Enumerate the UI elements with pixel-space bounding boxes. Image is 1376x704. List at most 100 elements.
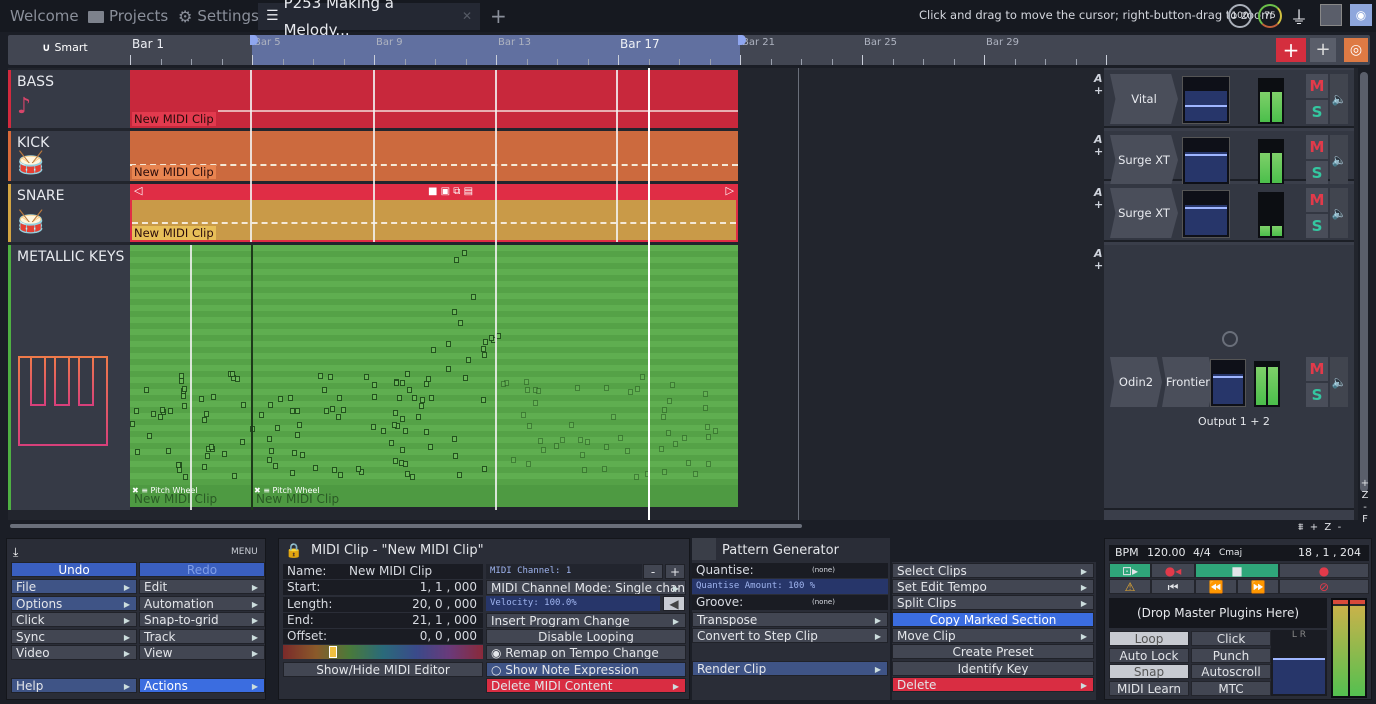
- mute-button[interactable]: M: [1306, 74, 1328, 98]
- midi-note[interactable]: [453, 453, 458, 459]
- midi-note[interactable]: [524, 379, 529, 385]
- render-clip-menu[interactable]: Render Clip ▶: [692, 661, 888, 676]
- select-clips-menu[interactable]: Select Clips ▶: [892, 563, 1094, 578]
- midi-note[interactable]: [393, 458, 398, 464]
- midi-note[interactable]: [295, 408, 300, 414]
- copy-marked-section-button[interactable]: Copy Marked Section: [892, 612, 1094, 627]
- midi-note[interactable]: [483, 339, 488, 345]
- punch-record-button[interactable]: ⊘: [1279, 579, 1369, 594]
- horizontal-zoom-controls[interactable]: ⩩ + Z -: [1298, 522, 1341, 533]
- midi-note[interactable]: [341, 407, 346, 413]
- midi-note[interactable]: [230, 371, 235, 377]
- midi-note[interactable]: [407, 387, 412, 393]
- midi-note[interactable]: [268, 402, 273, 408]
- menu-automation[interactable]: Automation ▶: [139, 595, 265, 611]
- midi-note[interactable]: [356, 466, 361, 472]
- midi-note[interactable]: [662, 407, 667, 413]
- midi-note[interactable]: [134, 408, 139, 414]
- midi-note[interactable]: [659, 446, 664, 452]
- midi-note[interactable]: [130, 421, 135, 427]
- midi-note[interactable]: [389, 440, 394, 446]
- midi-note[interactable]: [466, 357, 471, 363]
- midi-note[interactable]: [232, 473, 237, 479]
- midi-note[interactable]: [381, 428, 386, 434]
- midi-note[interactable]: [661, 414, 666, 420]
- midi-note[interactable]: [405, 371, 410, 377]
- midi-note[interactable]: [328, 374, 333, 380]
- menu-options[interactable]: Options ▶: [11, 595, 137, 611]
- midi-note[interactable]: [295, 432, 300, 438]
- midi-note[interactable]: [399, 460, 404, 466]
- midi-note[interactable]: [463, 375, 468, 381]
- midi-note[interactable]: [604, 444, 609, 450]
- midi-note[interactable]: [337, 395, 342, 401]
- delete-menu[interactable]: Delete ▶: [892, 677, 1094, 692]
- toggle-punch[interactable]: Punch: [1191, 647, 1271, 663]
- snap-mode[interactable]: ∪ Smart: [42, 41, 88, 54]
- midi-note[interactable]: [575, 385, 580, 391]
- midi-note[interactable]: [526, 461, 531, 467]
- midi-note[interactable]: [209, 444, 214, 450]
- create-preset-button[interactable]: Create Preset: [892, 644, 1094, 659]
- plug-icon[interactable]: ⏚: [1290, 4, 1308, 30]
- track-header-snare[interactable]: SNARE 🥁: [8, 184, 130, 242]
- menu-sync[interactable]: Sync ▶: [11, 628, 137, 644]
- midi-note[interactable]: [511, 457, 516, 463]
- download-icon[interactable]: ⤓: [13, 545, 18, 560]
- menu-track[interactable]: Track ▶: [139, 628, 265, 644]
- transport-display[interactable]: BPM 120.00 4/4 Cmaj 18 , 1 , 204: [1109, 545, 1369, 561]
- midi-note[interactable]: [489, 335, 494, 341]
- midi-note[interactable]: [628, 389, 633, 395]
- record-arm-icon[interactable]: ◎: [1344, 38, 1368, 62]
- toggle-auto-lock[interactable]: Auto Lock: [1109, 647, 1189, 663]
- midi-note[interactable]: [666, 430, 671, 436]
- midi-note[interactable]: [222, 451, 227, 457]
- midi-note[interactable]: [416, 414, 421, 420]
- actions-menu[interactable]: Actions ▶: [139, 678, 265, 693]
- volume-fader[interactable]: [1182, 190, 1230, 238]
- go-to-start-button[interactable]: ⏮: [1151, 579, 1195, 594]
- midi-note[interactable]: [706, 434, 711, 440]
- toggle-click[interactable]: Click: [1191, 631, 1271, 646]
- midi-note[interactable]: [288, 395, 293, 401]
- rewind-button[interactable]: ⏪: [1195, 579, 1237, 594]
- solo-button[interactable]: S: [1306, 161, 1328, 185]
- speaker-icon[interactable]: 🔈: [1330, 135, 1348, 185]
- redo-button[interactable]: Redo: [139, 562, 265, 577]
- add-plugin-button[interactable]: +: [1094, 84, 1103, 97]
- quantise-field[interactable]: Quantise: (none): [692, 563, 888, 578]
- midi-note[interactable]: [457, 472, 462, 478]
- velocity-slider[interactable]: Velocity: 100.0%: [486, 596, 660, 611]
- midi-note[interactable]: [269, 448, 274, 454]
- midi-note[interactable]: [640, 374, 645, 380]
- midi-note[interactable]: [693, 471, 698, 477]
- play-button[interactable]: ■: [1195, 563, 1279, 578]
- midi-note[interactable]: [611, 414, 616, 420]
- midi-note[interactable]: [602, 466, 607, 472]
- fast-forward-button[interactable]: ⏩: [1237, 579, 1279, 594]
- midi-note[interactable]: [482, 352, 487, 358]
- midi-note[interactable]: [330, 406, 335, 412]
- midi-note[interactable]: [393, 410, 398, 416]
- midi-note[interactable]: [259, 412, 264, 418]
- move-clip-menu[interactable]: Move Clip ▶: [892, 628, 1094, 643]
- quantise-amount-slider[interactable]: Quantise Amount: 100 %: [692, 579, 888, 594]
- solo-button[interactable]: S: [1306, 214, 1328, 238]
- add-plugin-button[interactable]: +: [1094, 198, 1103, 211]
- midi-note[interactable]: [300, 452, 305, 458]
- midi-note[interactable]: [240, 439, 245, 445]
- convert-step-clip-menu[interactable]: Convert to Step Clip ▶: [692, 628, 888, 643]
- midi-note[interactable]: [635, 386, 640, 392]
- midi-note[interactable]: [211, 394, 216, 400]
- midi-note[interactable]: [400, 447, 405, 453]
- midi-note[interactable]: [673, 441, 678, 447]
- midi-note[interactable]: [452, 436, 457, 442]
- midi-note[interactable]: [267, 436, 272, 442]
- midi-note[interactable]: [662, 469, 667, 475]
- undo-button[interactable]: Undo: [11, 562, 137, 577]
- solo-button[interactable]: S: [1306, 383, 1328, 407]
- master-plugins-drop-zone[interactable]: (Drop Master Plugins Here): [1109, 598, 1327, 628]
- midi-note[interactable]: [322, 387, 327, 393]
- midi-note[interactable]: [372, 382, 377, 388]
- mute-button[interactable]: M: [1306, 188, 1328, 212]
